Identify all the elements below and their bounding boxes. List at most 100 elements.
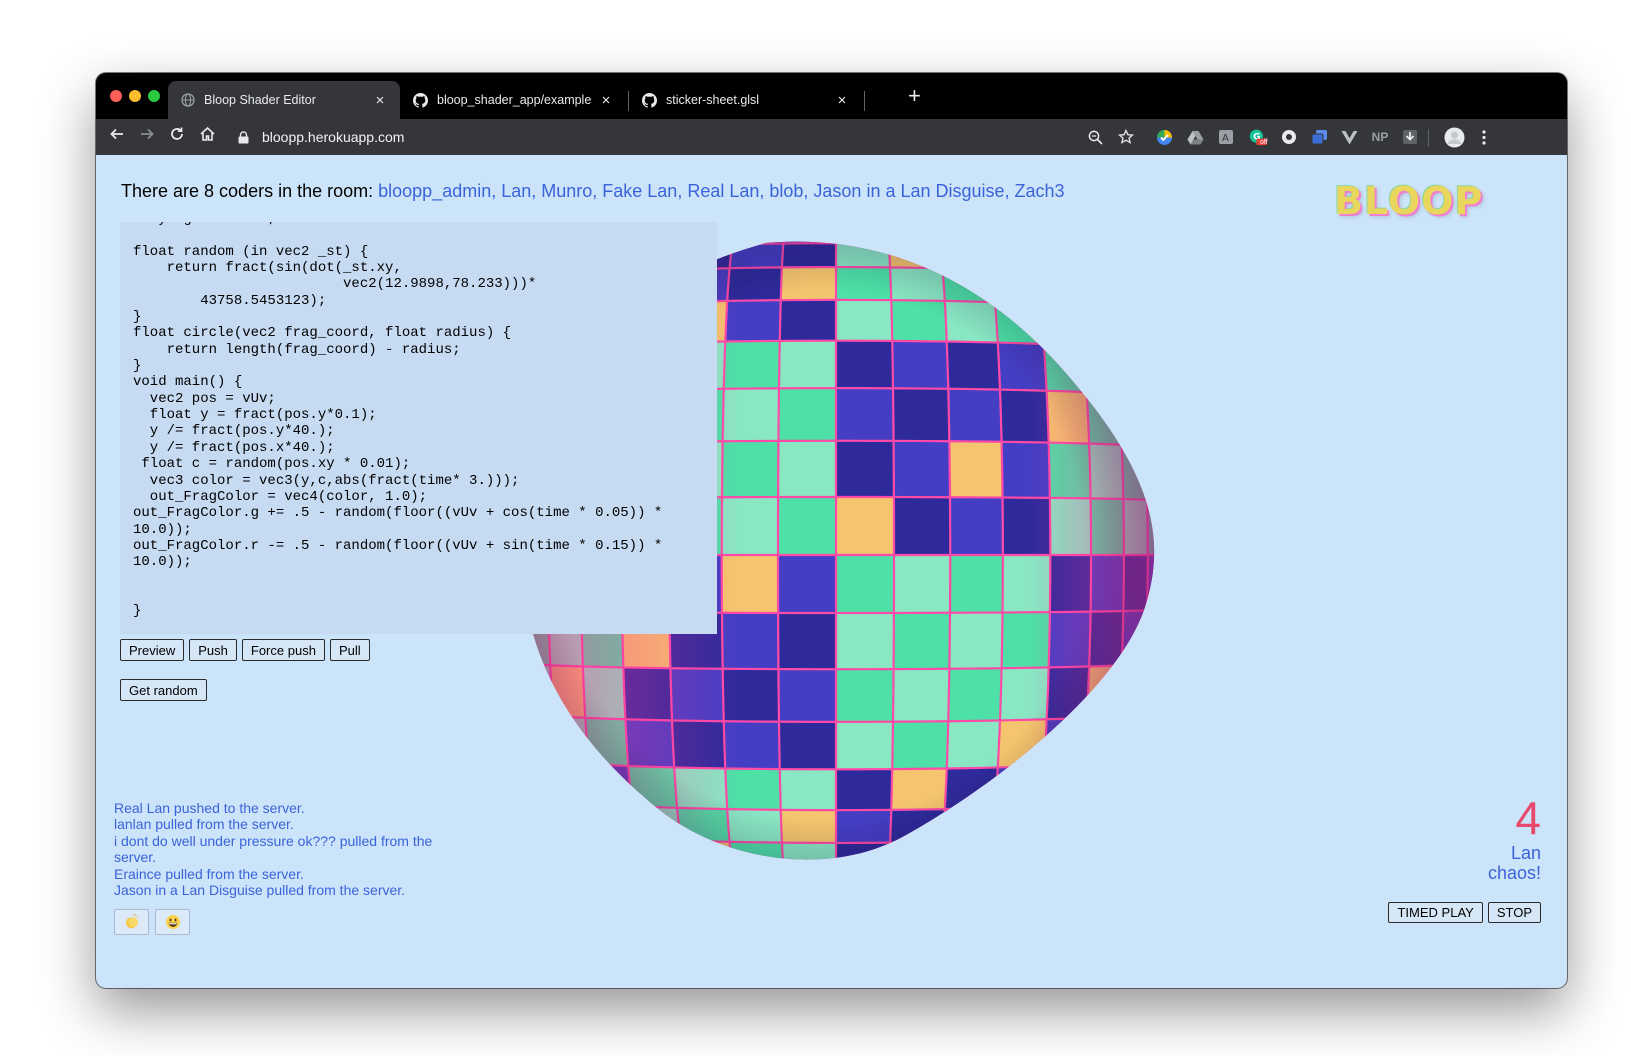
shader-tile bbox=[1089, 241, 1120, 259]
shader-tile bbox=[1078, 761, 1116, 804]
shader-tile bbox=[1083, 345, 1119, 394]
coder-list: bloopp_admin, Lan, Munro, Fake Lan, Real… bbox=[378, 181, 1065, 201]
shader-tile bbox=[1110, 759, 1139, 802]
shader-tile bbox=[1097, 254, 1127, 281]
forward-button[interactable] bbox=[136, 126, 158, 148]
shader-tile bbox=[1142, 396, 1155, 448]
shader-tile bbox=[994, 765, 1044, 808]
clap-reaction-button[interactable] bbox=[114, 909, 149, 935]
close-tab-icon[interactable]: × bbox=[834, 92, 850, 109]
get-random-button[interactable]: Get random bbox=[120, 679, 207, 701]
back-button[interactable] bbox=[106, 126, 128, 148]
tab-bloop-shader-editor[interactable]: Bloop Shader Editor × bbox=[168, 81, 400, 119]
shader-grid-line bbox=[549, 861, 1123, 875]
kebab-menu-icon[interactable] bbox=[1475, 128, 1493, 146]
tab-title: Bloop Shader Editor bbox=[204, 93, 316, 107]
shader-tile bbox=[887, 241, 940, 245]
tab-examples[interactable]: bloop_shader_app/examples.m × bbox=[401, 81, 626, 119]
editor-actions: Preview Push Force push Pull bbox=[120, 639, 370, 661]
tab-title: sticker-sheet.glsl bbox=[666, 93, 760, 107]
shader-tile bbox=[1110, 244, 1132, 263]
shader-tile bbox=[521, 756, 540, 798]
shader-tile bbox=[939, 244, 992, 270]
shader-tile bbox=[783, 866, 836, 875]
bloop-logo: BLOOP bbox=[1334, 179, 1484, 223]
shader-tile bbox=[936, 241, 988, 246]
vue-extension-icon[interactable] bbox=[1340, 128, 1358, 146]
shader-tile bbox=[1142, 662, 1155, 714]
room-status-prefix: There are 8 coders in the room: bbox=[121, 181, 379, 201]
circle-extension-icon[interactable] bbox=[1280, 128, 1298, 146]
window-extension-icon[interactable] bbox=[1310, 128, 1328, 146]
profile-avatar[interactable] bbox=[1443, 126, 1465, 148]
np-extension-icon[interactable]: NP bbox=[1371, 128, 1389, 146]
shader-tile bbox=[1060, 241, 1098, 255]
shader-tile bbox=[836, 241, 889, 244]
shader-tile bbox=[545, 829, 575, 856]
shader-tile bbox=[1145, 609, 1155, 664]
shader-tile bbox=[1083, 716, 1119, 765]
shader-tile bbox=[1073, 274, 1111, 309]
zoom-icon[interactable] bbox=[1086, 128, 1104, 146]
scoreboard: 4 Lan chaos! bbox=[1488, 793, 1541, 883]
log-entry: Real Lan pushed to the server. bbox=[114, 800, 305, 816]
preview-button[interactable]: Preview bbox=[120, 639, 185, 661]
shader-tile bbox=[533, 759, 562, 802]
shader-tile bbox=[552, 851, 583, 860]
shader-tile bbox=[888, 841, 943, 860]
shader-tile bbox=[1138, 711, 1155, 760]
shader-tile bbox=[685, 864, 736, 875]
shader-tile bbox=[1035, 271, 1079, 307]
stop-button[interactable]: STOP bbox=[1487, 902, 1541, 923]
log-entry: Eraince pulled from the server. bbox=[114, 865, 304, 882]
close-window-button[interactable] bbox=[110, 90, 122, 102]
shader-tile bbox=[1115, 348, 1143, 397]
shader-tile bbox=[1104, 797, 1133, 833]
shader-tile bbox=[1097, 829, 1127, 856]
close-tab-icon[interactable]: × bbox=[598, 92, 614, 109]
shader-tile bbox=[1067, 832, 1105, 860]
address-bar[interactable]: bloopp.herokuapp.com bbox=[234, 124, 1296, 150]
round-count: 4 bbox=[1515, 792, 1541, 844]
code-editor[interactable]: varying vec2 vUv; float random (in vec2 … bbox=[120, 222, 717, 634]
shader-tile bbox=[1118, 393, 1146, 447]
shader-tile bbox=[939, 840, 992, 860]
timed-play-button[interactable]: TIMED PLAY bbox=[1388, 902, 1483, 923]
page-content: There are 8 coders in the room: bloopp_a… bbox=[96, 155, 1567, 988]
grammarly-extension-icon[interactable]: G off bbox=[1249, 128, 1268, 146]
minimize-window-button[interactable] bbox=[129, 90, 141, 102]
game-controls: TIMED PLAY STOP bbox=[1388, 902, 1541, 923]
new-tab-button[interactable]: + bbox=[908, 85, 921, 107]
maximize-window-button[interactable] bbox=[148, 90, 160, 102]
shader-tile bbox=[1110, 308, 1139, 351]
drive-extension-icon[interactable] bbox=[1186, 128, 1204, 146]
shader-tile bbox=[1104, 277, 1133, 313]
shader-tile bbox=[732, 866, 785, 875]
home-button[interactable] bbox=[196, 126, 218, 148]
shader-tile bbox=[1067, 250, 1105, 278]
browser-window: Bloop Shader Editor × bloop_shader_app/e… bbox=[96, 73, 1567, 988]
shader-tile bbox=[574, 855, 612, 860]
grin-reaction-button[interactable] bbox=[155, 909, 190, 935]
shader-tile bbox=[983, 862, 1031, 875]
translate-extension-icon[interactable]: A bbox=[1217, 128, 1235, 146]
arrow-right-icon bbox=[141, 128, 154, 140]
force-push-button[interactable]: Force push bbox=[241, 639, 325, 661]
tab-sticker-sheet[interactable]: sticker-sheet.glsl × bbox=[630, 81, 862, 119]
code-text[interactable]: varying vec2 vUv; float random (in vec2 … bbox=[133, 222, 662, 620]
log-entry: lanlan pulled from the server. bbox=[114, 816, 294, 833]
url-text: bloopp.herokuapp.com bbox=[262, 129, 405, 145]
game-mode: chaos! bbox=[1487, 863, 1541, 883]
push-button[interactable]: Push bbox=[189, 639, 237, 661]
pull-button[interactable]: Pull bbox=[329, 639, 370, 661]
globe-icon bbox=[180, 93, 195, 108]
bookmark-star-icon[interactable] bbox=[1117, 128, 1135, 146]
shield-check-extension-icon[interactable] bbox=[1155, 128, 1173, 146]
download-extension-icon[interactable] bbox=[1401, 128, 1419, 146]
shader-tile bbox=[1035, 803, 1079, 839]
shader-tile bbox=[641, 862, 689, 875]
shader-tile bbox=[567, 832, 605, 860]
shader-tile bbox=[991, 806, 1041, 841]
reload-button[interactable] bbox=[166, 126, 188, 148]
close-tab-icon[interactable]: × bbox=[372, 92, 388, 109]
